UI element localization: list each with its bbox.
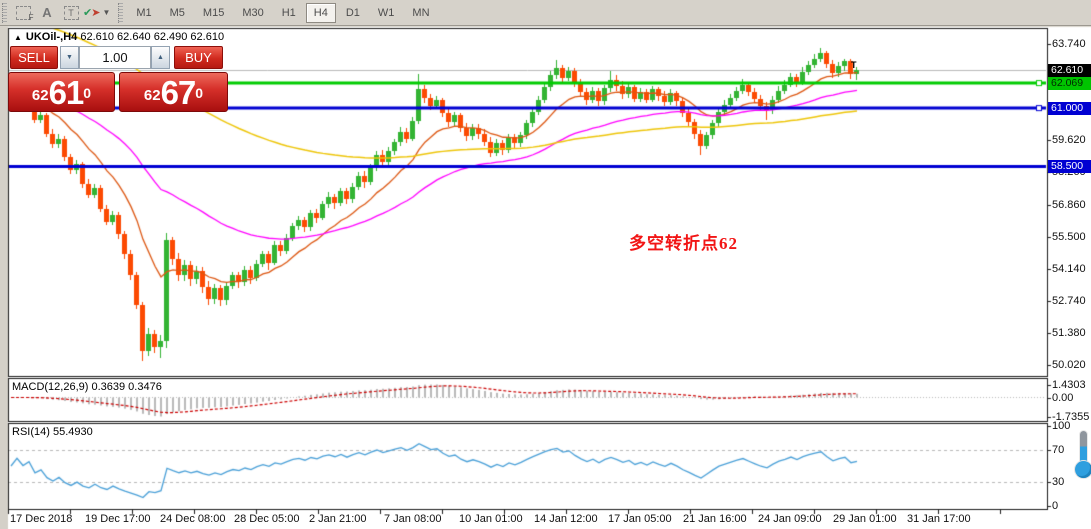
volume-field-wrap <box>79 46 151 69</box>
date-tick-label: 17 Dec 2018 <box>10 513 72 525</box>
toolbar-grip-2[interactable] <box>118 3 123 23</box>
text-a-icon: A <box>42 5 51 20</box>
ohlc-readout: 62.610 62.640 62.490 62.610 <box>80 31 224 43</box>
date-tick-label: 10 Jan 01:00 <box>459 513 523 525</box>
mt4-window: F A T ✔➤ ▼ M1M5M15M30H1H4D1W1MN ▲ UKOil-,… <box>0 0 1091 529</box>
timeframe-bar: M1M5M15M30H1H4D1W1MN <box>127 3 438 23</box>
timeframe-button-m30[interactable]: M30 <box>234 3 271 23</box>
rsi-scale-label: 0 <box>1052 500 1058 512</box>
marquee-f-tool-button[interactable]: F <box>11 2 35 24</box>
rsi-scale-label: 100 <box>1052 420 1070 432</box>
volume-decrease-button[interactable]: ▼ <box>60 46 79 69</box>
thermometer-widget[interactable] <box>1074 431 1091 479</box>
macd-scale-label: 0.00 <box>1052 392 1073 404</box>
sell-price-prefix: 62 <box>32 83 49 109</box>
price-tick-label: 55.500 <box>1052 231 1086 243</box>
price-tick-label: 56.860 <box>1052 199 1086 211</box>
sell-price-big: 61 <box>49 76 84 109</box>
thermometer-tube-icon <box>1080 431 1087 465</box>
rsi-scale-label: 70 <box>1052 444 1064 456</box>
volume-increase-button[interactable]: ▲ <box>151 46 170 69</box>
sell-price-box[interactable]: 62610 <box>8 72 115 112</box>
chart-title: ▲ UKOil-,H4 62.610 62.640 62.490 62.610 <box>14 31 224 43</box>
trade-marker-t: T <box>851 60 857 70</box>
buy-price-box[interactable]: 62670 <box>119 72 228 112</box>
price-level-badge: 62.610 <box>1048 64 1091 77</box>
chevron-down-icon: ▼ <box>102 8 110 17</box>
toolbar-grip[interactable] <box>2 3 7 23</box>
thermometer-bulb-icon <box>1075 461 1091 478</box>
date-tick-label: 7 Jan 08:00 <box>384 513 442 525</box>
date-tick-label: 17 Jan 05:00 <box>608 513 672 525</box>
macd-scale-label: 1.4303 <box>1052 379 1086 391</box>
price-tick-label: 52.740 <box>1052 295 1086 307</box>
price-level-badge: 62.069 <box>1048 77 1091 90</box>
date-tick-label: 19 Dec 17:00 <box>85 513 150 525</box>
volume-input[interactable] <box>80 47 150 68</box>
price-tick-label: 51.380 <box>1052 327 1086 339</box>
price-level-badge: 61.000 <box>1048 102 1091 115</box>
macd-label: MACD(12,26,9) 0.3639 0.3476 <box>12 381 162 393</box>
date-tick-label: 24 Dec 08:00 <box>160 513 225 525</box>
date-tick-label: 24 Jan 09:00 <box>758 513 822 525</box>
sell-price-sup: 0 <box>83 73 91 113</box>
marquee-icon: F <box>16 6 31 20</box>
symbol-period-label: UKOil-,H4 <box>26 31 77 43</box>
rsi-scale-label: 30 <box>1052 476 1064 488</box>
price-tick-label: 59.620 <box>1052 134 1086 146</box>
text-box-icon: T <box>64 6 79 20</box>
text-box-tool-button[interactable]: T <box>59 2 83 24</box>
sell-button[interactable]: SELL <box>10 46 58 69</box>
date-tick-label: 2 Jan 21:00 <box>309 513 367 525</box>
timeframe-button-m15[interactable]: M15 <box>195 3 232 23</box>
top-toolbar: F A T ✔➤ ▼ M1M5M15M30H1H4D1W1MN <box>0 0 1091 26</box>
price-tick-label: 54.140 <box>1052 263 1086 275</box>
buy-button[interactable]: BUY <box>174 46 223 69</box>
timeframe-button-h1[interactable]: H1 <box>274 3 304 23</box>
arrow-objects-tool-button[interactable]: ✔➤ ▼ <box>83 2 110 24</box>
one-click-trading-panel: SELL ▼ ▲ BUY 62610 62670 <box>10 46 228 112</box>
collapse-arrow-icon[interactable]: ▲ <box>14 33 22 42</box>
rsi-label: RSI(14) 55.4930 <box>12 426 93 438</box>
date-tick-label: 28 Dec 05:00 <box>234 513 299 525</box>
timeframe-button-w1[interactable]: W1 <box>370 3 403 23</box>
text-a-tool-button[interactable]: A <box>35 2 59 24</box>
timeframe-button-m5[interactable]: M5 <box>162 3 193 23</box>
price-level-badge: 58.500 <box>1048 160 1091 173</box>
date-tick-label: 14 Jan 12:00 <box>534 513 598 525</box>
timeframe-button-d1[interactable]: D1 <box>338 3 368 23</box>
buy-price-sup: 0 <box>195 73 203 113</box>
date-tick-label: 21 Jan 16:00 <box>683 513 747 525</box>
chinese-annotation[interactable]: 多空转折点62 <box>629 229 738 254</box>
date-tick-label: 29 Jan 01:00 <box>833 513 897 525</box>
arrow-objects-icon: ✔➤ <box>83 6 99 19</box>
price-tick-label: 50.020 <box>1052 359 1086 371</box>
timeframe-button-h4[interactable]: H4 <box>306 3 336 23</box>
timeframe-button-mn[interactable]: MN <box>404 3 437 23</box>
buy-price-big: 67 <box>161 76 196 109</box>
buy-price-prefix: 62 <box>144 83 161 109</box>
date-tick-label: 31 Jan 17:00 <box>907 513 971 525</box>
timeframe-button-m1[interactable]: M1 <box>128 3 159 23</box>
price-tick-label: 63.740 <box>1052 38 1086 50</box>
